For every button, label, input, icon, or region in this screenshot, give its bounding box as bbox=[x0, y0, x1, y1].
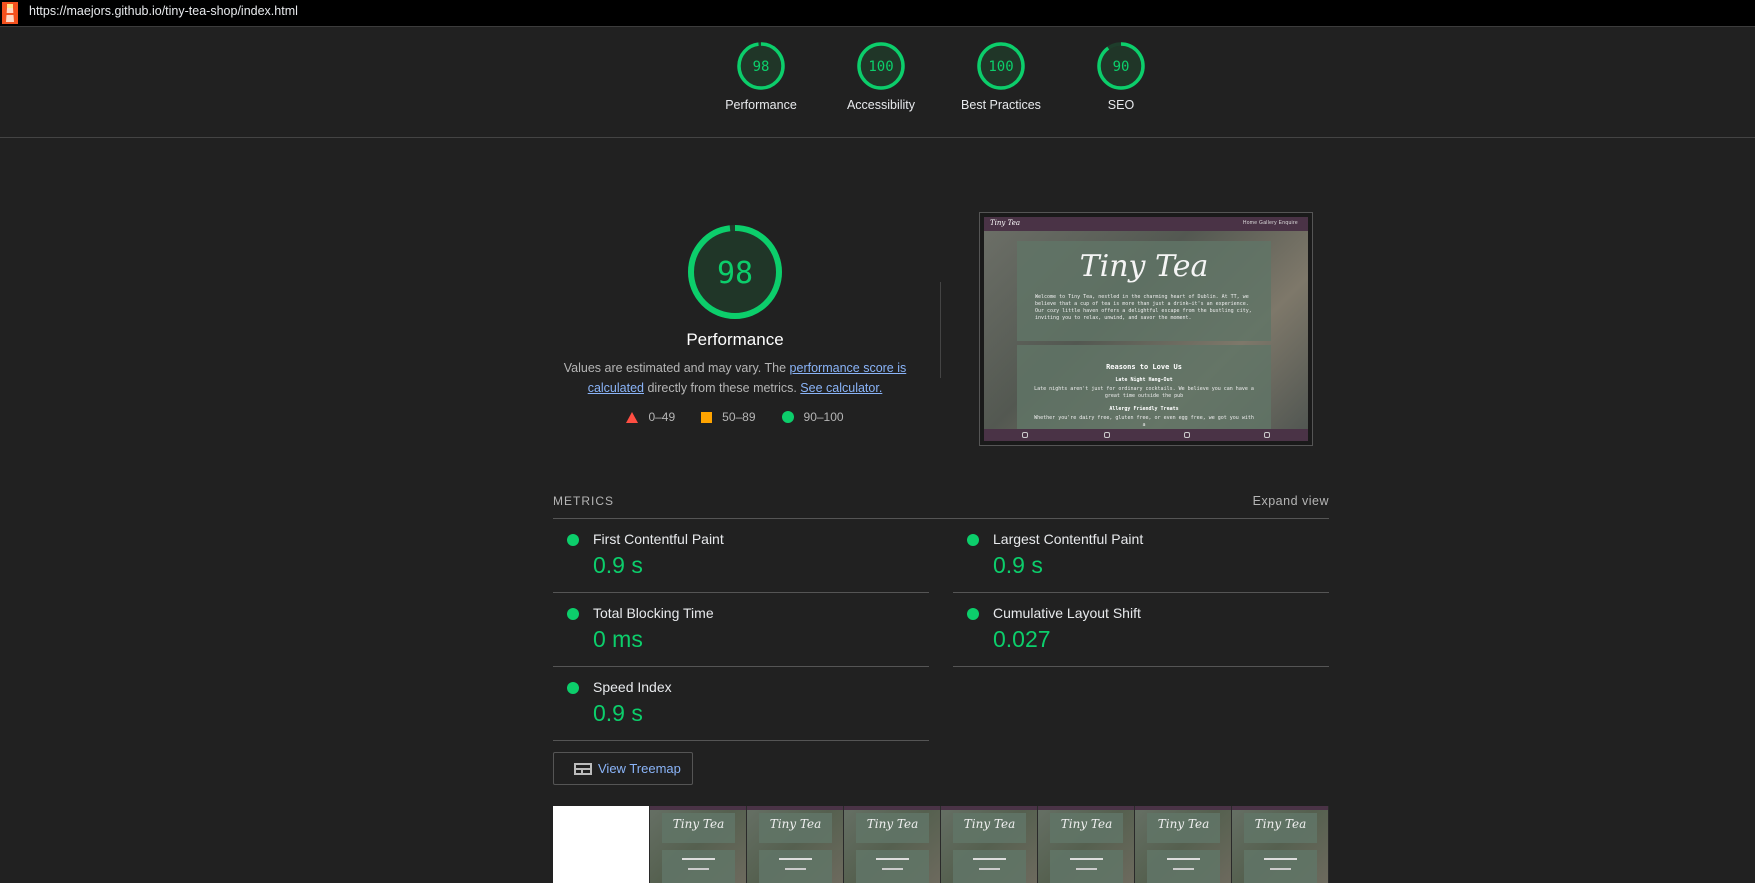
metric-cumulative-layout-shift: Cumulative Layout Shift 0.027 bbox=[953, 593, 1329, 667]
gauge-label: SEO bbox=[1107, 98, 1135, 112]
performance-score: 98 bbox=[717, 256, 753, 291]
score-summary: 98 Performance 100 Accessibility 100 Bes… bbox=[0, 27, 1755, 138]
pass-circle-icon bbox=[967, 608, 979, 620]
top-bar: https://maejors.github.io/tiny-tea-shop/… bbox=[0, 0, 1755, 27]
average-square-icon bbox=[701, 411, 713, 423]
pass-circle-icon bbox=[567, 682, 579, 694]
filmstrip: Tiny Tea Tiny Tea Tiny Tea Tiny Tea Tiny… bbox=[553, 806, 1329, 883]
gauge-label: Performance bbox=[725, 98, 797, 112]
gauge-best-practices[interactable]: 100 Best Practices bbox=[946, 41, 1056, 112]
twitter-icon bbox=[1104, 432, 1110, 438]
section-divider bbox=[940, 282, 941, 378]
report-url[interactable]: https://maejors.github.io/tiny-tea-shop/… bbox=[29, 4, 298, 18]
filmstrip-frame: Tiny Tea bbox=[1038, 806, 1135, 883]
treemap-icon bbox=[574, 762, 592, 775]
performance-gauge: 98 bbox=[688, 225, 782, 319]
metric-speed-index: Speed Index 0.9 s bbox=[553, 667, 929, 741]
gauge-ring: 98 bbox=[737, 42, 785, 90]
svg-text:98: 98 bbox=[753, 59, 770, 75]
screenshot-reasons: Reasons to Love Us Late Night Hang-Out L… bbox=[1017, 345, 1271, 431]
filmstrip-frame: Tiny Tea bbox=[650, 806, 747, 883]
filmstrip-frame bbox=[553, 806, 650, 883]
screenshot-nav: Tiny Tea Home Gallery Enquire bbox=[984, 217, 1308, 231]
gauge-ring: 90 bbox=[1097, 42, 1145, 90]
instagram-icon bbox=[1264, 432, 1270, 438]
filmstrip-frame: Tiny Tea bbox=[941, 806, 1038, 883]
pass-circle-icon bbox=[567, 534, 579, 546]
lighthouse-logo-icon bbox=[2, 2, 18, 24]
filmstrip-frame: Tiny Tea bbox=[844, 806, 941, 883]
final-screenshot[interactable]: Tiny Tea Home Gallery Enquire Tiny Tea W… bbox=[979, 212, 1313, 446]
metric-first-contentful-paint: First Contentful Paint 0.9 s bbox=[553, 519, 929, 593]
gauge-label: Best Practices bbox=[961, 98, 1041, 112]
fail-triangle-icon bbox=[626, 411, 639, 423]
pass-circle-icon bbox=[967, 534, 979, 546]
performance-title: Performance bbox=[686, 330, 784, 349]
gauge-seo[interactable]: 90 SEO bbox=[1066, 41, 1176, 112]
gauge-ring: 100 bbox=[857, 42, 905, 90]
see-calculator-link[interactable]: See calculator. bbox=[800, 381, 882, 395]
filmstrip-frame: Tiny Tea bbox=[1135, 806, 1232, 883]
pass-circle-icon bbox=[567, 608, 579, 620]
youtube-icon bbox=[1184, 432, 1190, 438]
score-legend: 0–49 50–89 90–100 bbox=[555, 410, 915, 424]
svg-text:100: 100 bbox=[868, 59, 893, 75]
view-treemap-button[interactable]: View Treemap bbox=[553, 752, 693, 785]
pass-circle-icon bbox=[781, 411, 794, 423]
gauge-accessibility[interactable]: 100 Accessibility bbox=[826, 41, 936, 112]
performance-description: Values are estimated and may vary. The p… bbox=[563, 361, 907, 395]
metrics-title: METRICS bbox=[553, 494, 614, 508]
svg-text:90: 90 bbox=[1113, 59, 1130, 75]
metric-total-blocking-time: Total Blocking Time 0 ms bbox=[553, 593, 929, 667]
performance-section: 98 Performance Values are estimated and … bbox=[555, 218, 915, 424]
metric-largest-contentful-paint: Largest Contentful Paint 0.9 s bbox=[953, 519, 1329, 593]
facebook-icon bbox=[1022, 432, 1028, 438]
filmstrip-frame: Tiny Tea bbox=[747, 806, 844, 883]
filmstrip-frame: Tiny Tea bbox=[1232, 806, 1329, 883]
gauge-performance[interactable]: 98 Performance bbox=[706, 41, 816, 112]
gauge-label: Accessibility bbox=[846, 98, 916, 112]
metrics-header: METRICS Expand view bbox=[553, 492, 1329, 519]
screenshot-footer bbox=[984, 429, 1308, 441]
gauge-ring: 100 bbox=[977, 42, 1025, 90]
screenshot-hero: Tiny Tea Welcome to Tiny Tea, nestled in… bbox=[1017, 241, 1271, 341]
expand-view-toggle[interactable]: Expand view bbox=[1253, 494, 1329, 508]
svg-text:100: 100 bbox=[988, 59, 1013, 75]
